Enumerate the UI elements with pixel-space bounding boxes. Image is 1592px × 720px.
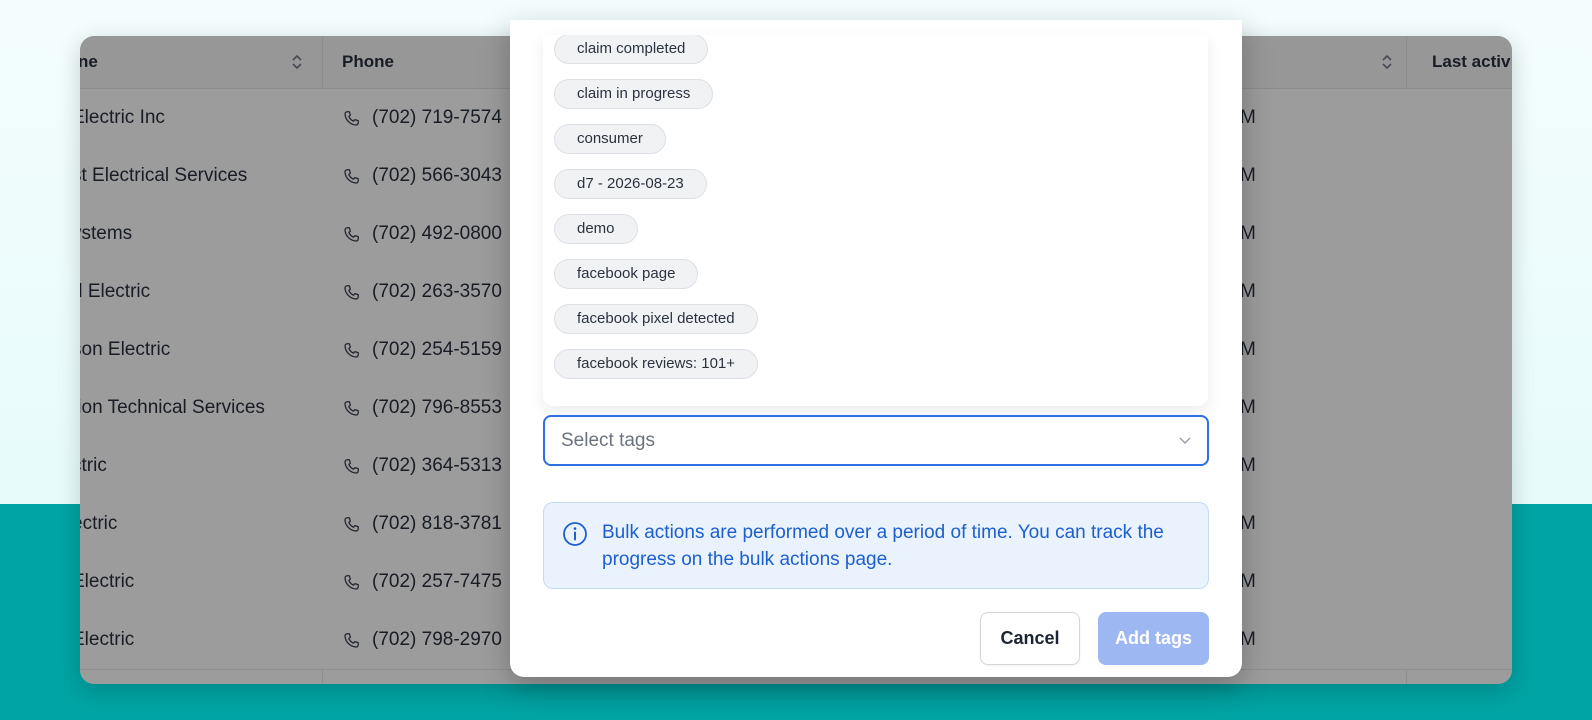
tag-option[interactable]: d7 - 2026-08-23 (554, 169, 707, 199)
tag-option[interactable]: demo (554, 214, 638, 244)
add-tags-modal: claim completed claim in progress consumer… (510, 20, 1242, 677)
tag-option[interactable]: consumer (554, 124, 666, 154)
tag-option[interactable]: claim completed (554, 35, 709, 64)
tag-options-dropdown[interactable]: claim completed claim in progress consumer… (543, 35, 1208, 406)
add-tags-button[interactable]: Add tags (1098, 612, 1209, 665)
tags-select-placeholder: Select tags (561, 430, 655, 451)
info-message: Bulk actions are performed over a period… (602, 522, 1164, 570)
bulk-actions-info-alert: Bulk actions are performed over a period… (543, 502, 1209, 589)
tag-option[interactable]: facebook pixel detected (554, 304, 758, 334)
chevron-down-icon (1179, 437, 1191, 445)
cancel-button[interactable]: Cancel (980, 612, 1080, 665)
info-icon (563, 522, 587, 546)
tag-option[interactable]: facebook reviews: 101+ (554, 349, 759, 379)
tag-option[interactable]: facebook page (554, 259, 699, 289)
tag-option[interactable]: claim in progress (554, 79, 714, 109)
tags-select[interactable]: Select tags (543, 415, 1209, 466)
